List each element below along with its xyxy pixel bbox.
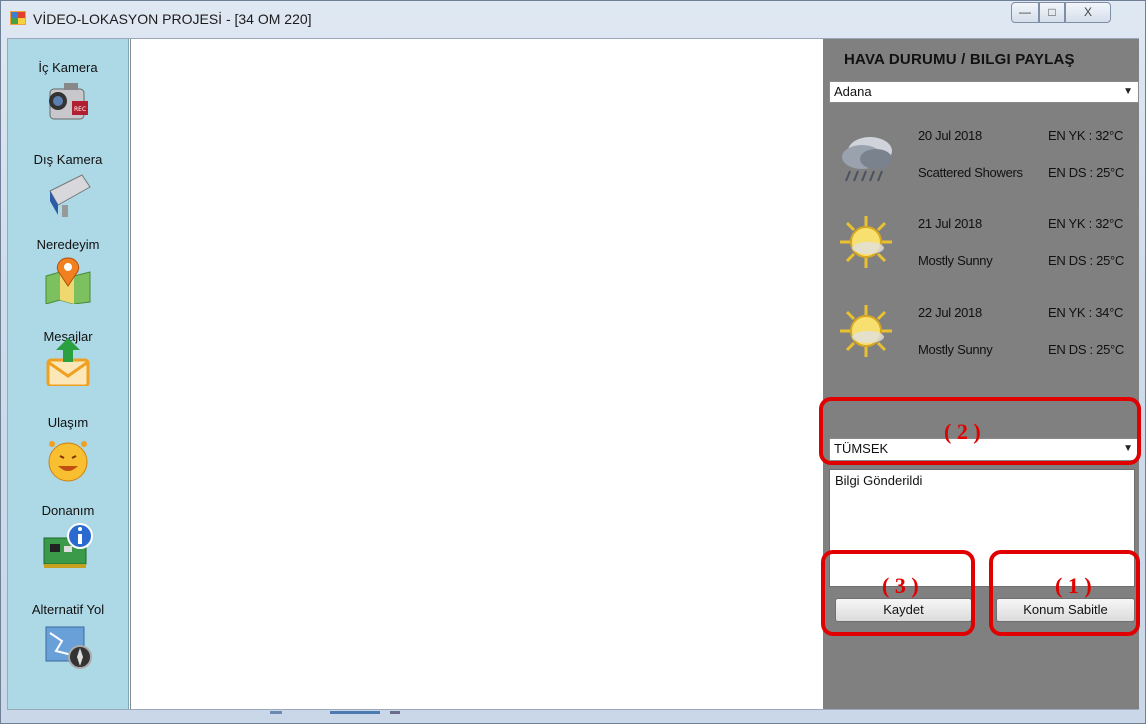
app-icon <box>10 11 26 25</box>
forecast-low: EN DS : 25°C <box>1048 165 1125 180</box>
sidebar-item-ic-kamera[interactable]: İç Kamera REC <box>8 60 128 127</box>
maximize-icon: □ <box>1048 5 1056 19</box>
forecast-condition: Mostly Sunny <box>918 253 993 268</box>
minimize-button[interactable]: — <box>1011 2 1039 23</box>
map-compass-icon <box>45 626 92 669</box>
sidebar-item-label: Neredeyim <box>36 237 100 252</box>
minimize-icon: — <box>1019 5 1031 19</box>
sidebar-item-donanim[interactable]: Donanım <box>8 503 128 570</box>
forecast-high: EN YK : 32°C <box>1048 128 1124 143</box>
sidebar-item-label: İç Kamera <box>38 60 98 75</box>
city-select[interactable]: Adana ▼ <box>829 81 1139 103</box>
annotation-label-1: ( 1 ) <box>1055 573 1092 598</box>
forecast-condition: Scattered Showers <box>918 165 1023 180</box>
forecast-high: EN YK : 32°C <box>1048 216 1124 231</box>
forecast-date: 20 Jul 2018 <box>918 128 982 143</box>
sidebar-item-neredeyim[interactable]: Neredeyim <box>8 237 128 304</box>
close-button[interactable]: X <box>1065 2 1111 23</box>
sidebar-item-ulasim[interactable]: Ulaşım <box>8 415 128 482</box>
sidebar-item-dis-kamera[interactable]: Dış Kamera <box>8 152 128 219</box>
forecast-date: 22 Jul 2018 <box>918 305 982 320</box>
window-title: VİDEO-LOKASYON PROJESİ - [34 OM 220] <box>33 11 312 27</box>
smiley-alarm-icon <box>48 441 88 482</box>
sun-icon <box>840 216 892 268</box>
storm-cloud-icon <box>842 137 892 182</box>
sun-icon <box>840 305 892 357</box>
svg-text:REC: REC <box>74 106 86 113</box>
forecast-low: EN DS : 25°C <box>1048 342 1125 357</box>
video-camera-icon: REC <box>49 83 88 120</box>
annotation-label-3: ( 3 ) <box>882 573 919 598</box>
sidebar-item-label: Dış Kamera <box>33 152 103 167</box>
mail-upload-icon <box>46 338 90 386</box>
map-pin-icon <box>45 257 91 304</box>
taskbar-fragment <box>270 711 400 714</box>
hardware-info-icon <box>43 523 93 568</box>
security-camera-icon <box>49 174 91 217</box>
chevron-down-icon: ▼ <box>1123 86 1133 97</box>
annotation-label-2: ( 2 ) <box>944 419 981 444</box>
sidebar-item-alternatif-yol[interactable]: Alternatif Yol <box>8 602 128 669</box>
close-icon: X <box>1083 5 1092 19</box>
sidebar-item-label: Donanım <box>41 503 95 518</box>
sidebar-item-label: Alternatif Yol <box>31 602 105 617</box>
sidebar-item-label: Ulaşım <box>47 415 89 430</box>
city-value: Adana <box>834 84 872 99</box>
forecast-high: EN YK : 34°C <box>1048 305 1124 320</box>
title-bar: VİDEO-LOKASYON PROJESİ - [34 OM 220] — □… <box>0 0 1146 38</box>
message-text: Bilgi Gönderildi <box>835 473 923 488</box>
sidebar: İç Kamera REC Dış Kamera Neredeyim Mesaj… <box>8 39 129 709</box>
forecast-low: EN DS : 25°C <box>1048 253 1125 268</box>
sidebar-item-mesajlar[interactable]: Mesajlar <box>8 329 128 386</box>
forecast-date: 21 Jul 2018 <box>918 216 982 231</box>
video-viewer[interactable] <box>130 39 823 709</box>
panel-title: HAVA DURUMU / BILGI PAYLAŞ <box>844 51 1075 68</box>
maximize-button[interactable]: □ <box>1039 2 1065 23</box>
forecast-condition: Mostly Sunny <box>918 342 993 357</box>
